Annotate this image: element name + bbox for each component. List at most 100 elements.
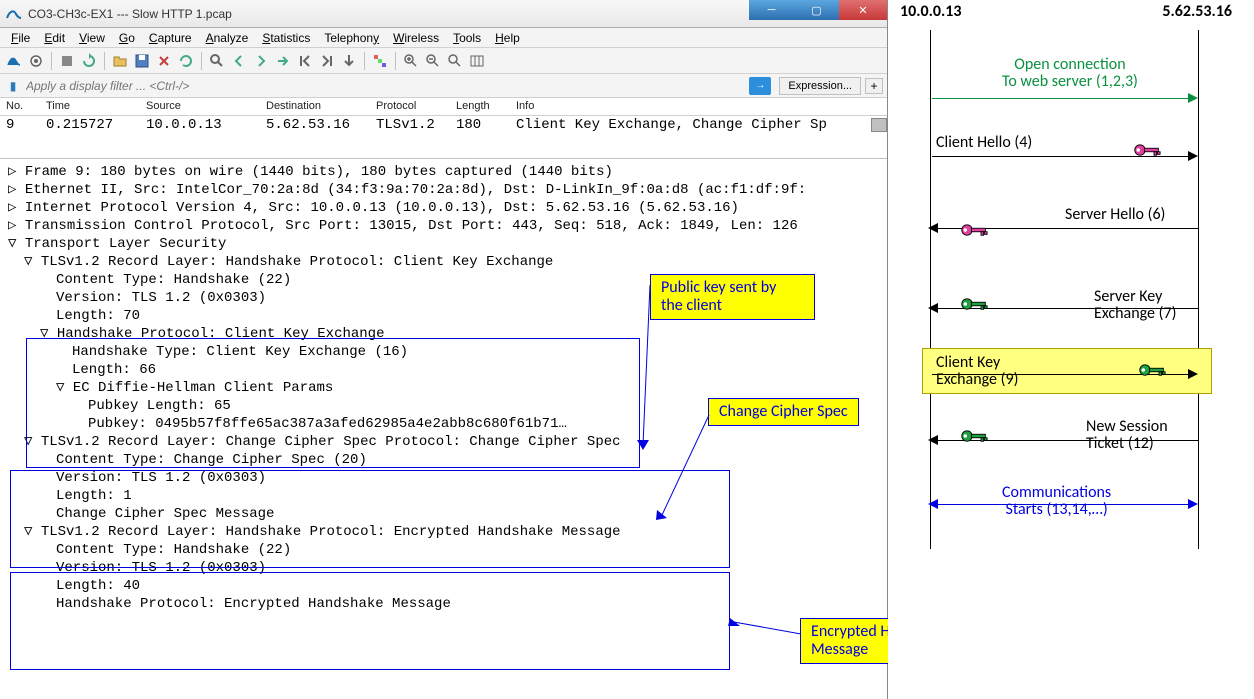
key-icon-green-2 [1138,362,1166,378]
zoom-in-icon[interactable] [401,51,421,71]
menubar: File Edit View Go Capture Analyze Statis… [0,28,887,48]
filter-apply-icon[interactable]: → [749,77,771,95]
tree-line[interactable]: ▽ TLSv1.2 Record Layer: Change Cipher Sp… [2,433,887,451]
menu-go[interactable]: Go [112,29,142,47]
tree-line[interactable]: Version: TLS 1.2 (0x0303) [2,469,887,487]
col-time[interactable]: Time [40,98,140,115]
tree-line[interactable]: ▷ Ethernet II, Src: IntelCor_70:2a:8d (3… [2,181,887,199]
window-title: CO3-CH3c-EX1 --- Slow HTTP 1.pcap [28,7,232,21]
scrollbar-thumb[interactable] [871,118,887,132]
menu-capture[interactable]: Capture [142,29,199,47]
msg-server-hello: Server Hello (6) [1065,206,1165,223]
col-proto[interactable]: Protocol [370,98,450,115]
last-icon[interactable] [317,51,337,71]
find-icon[interactable] [207,51,227,71]
tree-line[interactable]: Handshake Protocol: Encrypted Handshake … [2,595,887,613]
arrow-public-key [565,280,655,450]
tree-line[interactable]: ▽ EC Diffie-Hellman Client Params [2,379,887,397]
minimize-button[interactable]: ─ [749,0,794,20]
key-icon-magenta-2 [960,222,988,238]
tree-line[interactable]: Length: 66 [2,361,887,379]
menu-tools[interactable]: Tools [446,29,488,47]
menu-telephony[interactable]: Telephony [317,29,386,47]
tree-line[interactable]: Length: 40 [2,577,887,595]
col-no[interactable]: No. [0,98,40,115]
expression-button[interactable]: Expression... [779,77,861,95]
tree-line[interactable]: ▽ TLSv1.2 Record Layer: Handshake Protoc… [2,253,887,271]
restart-icon[interactable] [79,51,99,71]
colorize-icon[interactable] [370,51,390,71]
key-icon-magenta-1 [1133,142,1161,158]
cell-proto: TLSv1.2 [370,116,450,134]
menu-help[interactable]: Help [488,29,527,47]
col-len[interactable]: Length [450,98,510,115]
tree-line[interactable]: Handshake Type: Client Key Exchange (16) [2,343,887,361]
tree-line[interactable]: Content Type: Change Cipher Spec (20) [2,451,887,469]
packet-row-9[interactable]: 9 0.215727 10.0.0.13 5.62.53.16 TLSv1.2 … [0,116,887,134]
prev-icon[interactable] [229,51,249,71]
menu-wireless[interactable]: Wireless [386,29,446,47]
tree-line[interactable]: ▷ Transmission Control Protocol, Src Por… [2,217,887,235]
msg-open-connection: Open connectionTo web server (1,2,3) [1002,56,1138,90]
tree-line[interactable]: ▷ Internet Protocol Version 4, Src: 10.0… [2,199,887,217]
msg-client-key-exchange: Client KeyExchange (9) [936,354,1018,388]
open-icon[interactable] [110,51,130,71]
seq-endpoint-right: 5.62.53.16 [1162,2,1232,21]
zoom-out-icon[interactable] [423,51,443,71]
callout-enc-l2: Message [811,640,868,659]
cell-time: 0.215727 [40,116,140,134]
display-filter-input[interactable] [22,77,749,95]
lifeline-left [930,30,931,549]
next-icon[interactable] [251,51,271,71]
close-file-icon[interactable] [154,51,174,71]
wireshark-window: CO3-CH3c-EX1 --- Slow HTTP 1.pcap ─ ▢ ✕ … [0,0,888,699]
callout-public-key-l1: Public key sent by [661,278,776,297]
tree-line[interactable]: ▷ Frame 9: 180 bytes on wire (1440 bits)… [2,163,887,181]
reload-icon[interactable] [176,51,196,71]
menu-analyze[interactable]: Analyze [199,29,256,47]
callout-public-key-l2: the client [661,296,722,315]
menu-view[interactable]: View [72,29,112,47]
options-icon[interactable] [26,51,46,71]
msg-new-session-ticket: New SessionTicket (12) [1086,418,1168,452]
arrow-change-cipher [654,390,714,520]
cell-no: 9 [0,116,40,134]
start-capture-icon[interactable] [4,51,24,71]
bookmark-icon[interactable]: ▮ [4,77,22,95]
lifeline-right [1198,30,1199,549]
tree-line[interactable]: ▽ Handshake Protocol: Client Key Exchang… [2,325,887,343]
arrow-communications [936,504,1194,505]
cell-len: 180 [450,116,510,134]
col-info[interactable]: Info [510,98,887,115]
tree-line[interactable]: Version: TLS 1.2 (0x0303) [2,559,887,577]
tree-line[interactable]: ▽ Transport Layer Security [2,235,887,253]
maximize-button[interactable]: ▢ [794,0,839,20]
sequence-diagram: 10.0.0.13 5.62.53.16 Open connectionTo w… [888,0,1254,699]
stop-icon[interactable] [57,51,77,71]
menu-edit[interactable]: Edit [37,29,72,47]
add-filter-button[interactable]: + [865,78,883,94]
tree-line[interactable]: Content Type: Handshake (22) [2,541,887,559]
close-button[interactable]: ✕ [839,0,887,20]
resize-cols-icon[interactable] [467,51,487,71]
autoscroll-icon[interactable] [339,51,359,71]
col-dst[interactable]: Destination [260,98,370,115]
key-icon-green-3 [960,428,988,444]
menu-statistics[interactable]: Statistics [255,29,317,47]
menu-file[interactable]: File [4,29,37,47]
col-src[interactable]: Source [140,98,260,115]
callout-change-cipher: Change Cipher Spec [708,398,859,426]
goto-icon[interactable] [273,51,293,71]
save-icon[interactable] [132,51,152,71]
tree-line[interactable]: ▽ TLSv1.2 Record Layer: Handshake Protoc… [2,523,887,541]
msg-server-key-exchange: Server KeyExchange (7) [1094,288,1176,322]
first-icon[interactable] [295,51,315,71]
titlebar[interactable]: CO3-CH3c-EX1 --- Slow HTTP 1.pcap ─ ▢ ✕ [0,0,887,28]
toolbar [0,48,887,74]
zoom-reset-icon[interactable] [445,51,465,71]
msg-communications: CommunicationsStarts (13,14,…) [1002,484,1111,518]
tree-line[interactable]: Change Cipher Spec Message [2,505,887,523]
cell-dst: 5.62.53.16 [260,116,370,134]
arrow-open-connection [932,98,1194,99]
tree-line[interactable]: Length: 1 [2,487,887,505]
